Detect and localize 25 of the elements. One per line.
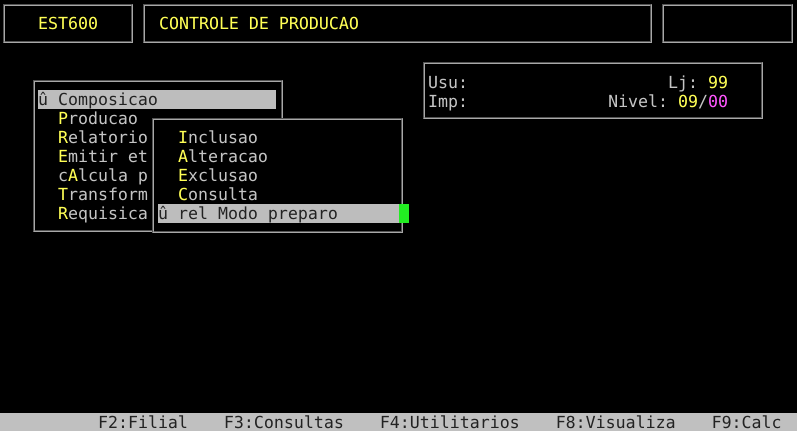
menu-item[interactable]: cAlcula p bbox=[38, 166, 148, 185]
nivel-label: Nivel: bbox=[608, 92, 668, 111]
program-code: EST600 bbox=[38, 14, 98, 33]
menu-item[interactable]: Emitir et bbox=[38, 147, 148, 166]
menu-item[interactable]: Relatorio bbox=[38, 128, 148, 147]
printer-label: Imp: bbox=[428, 92, 468, 111]
menu-item[interactable]: P roducao bbox=[38, 109, 138, 128]
menu-item[interactable]: Transform bbox=[38, 185, 148, 204]
function-key[interactable]: F3:Consultas bbox=[224, 413, 344, 431]
submenu-item[interactable]: Exclusao bbox=[158, 166, 258, 185]
submenu-item[interactable]: Inclusao bbox=[158, 128, 258, 147]
nivel-value: 09/00 bbox=[678, 92, 728, 111]
submenu-item[interactable]: Alteracao bbox=[158, 147, 268, 166]
submenu-item[interactable]: Consulta bbox=[158, 185, 258, 204]
menu-item[interactable]: û Composicao bbox=[38, 90, 276, 109]
function-key[interactable]: F9:Calc bbox=[712, 413, 782, 431]
screen-title: CONTROLE DE PRODUCAO bbox=[159, 14, 359, 33]
function-key[interactable]: F4:Utilitarios bbox=[380, 413, 520, 431]
text-cursor bbox=[399, 204, 409, 223]
store-value: 99 bbox=[708, 73, 728, 92]
function-key[interactable]: F2:Filial bbox=[98, 413, 188, 431]
function-key[interactable]: F8:Visualiza bbox=[556, 413, 676, 431]
store-label: Lj: bbox=[668, 73, 698, 92]
user-label: Usu: bbox=[428, 73, 468, 92]
menu-item[interactable]: Requisica bbox=[38, 204, 148, 223]
